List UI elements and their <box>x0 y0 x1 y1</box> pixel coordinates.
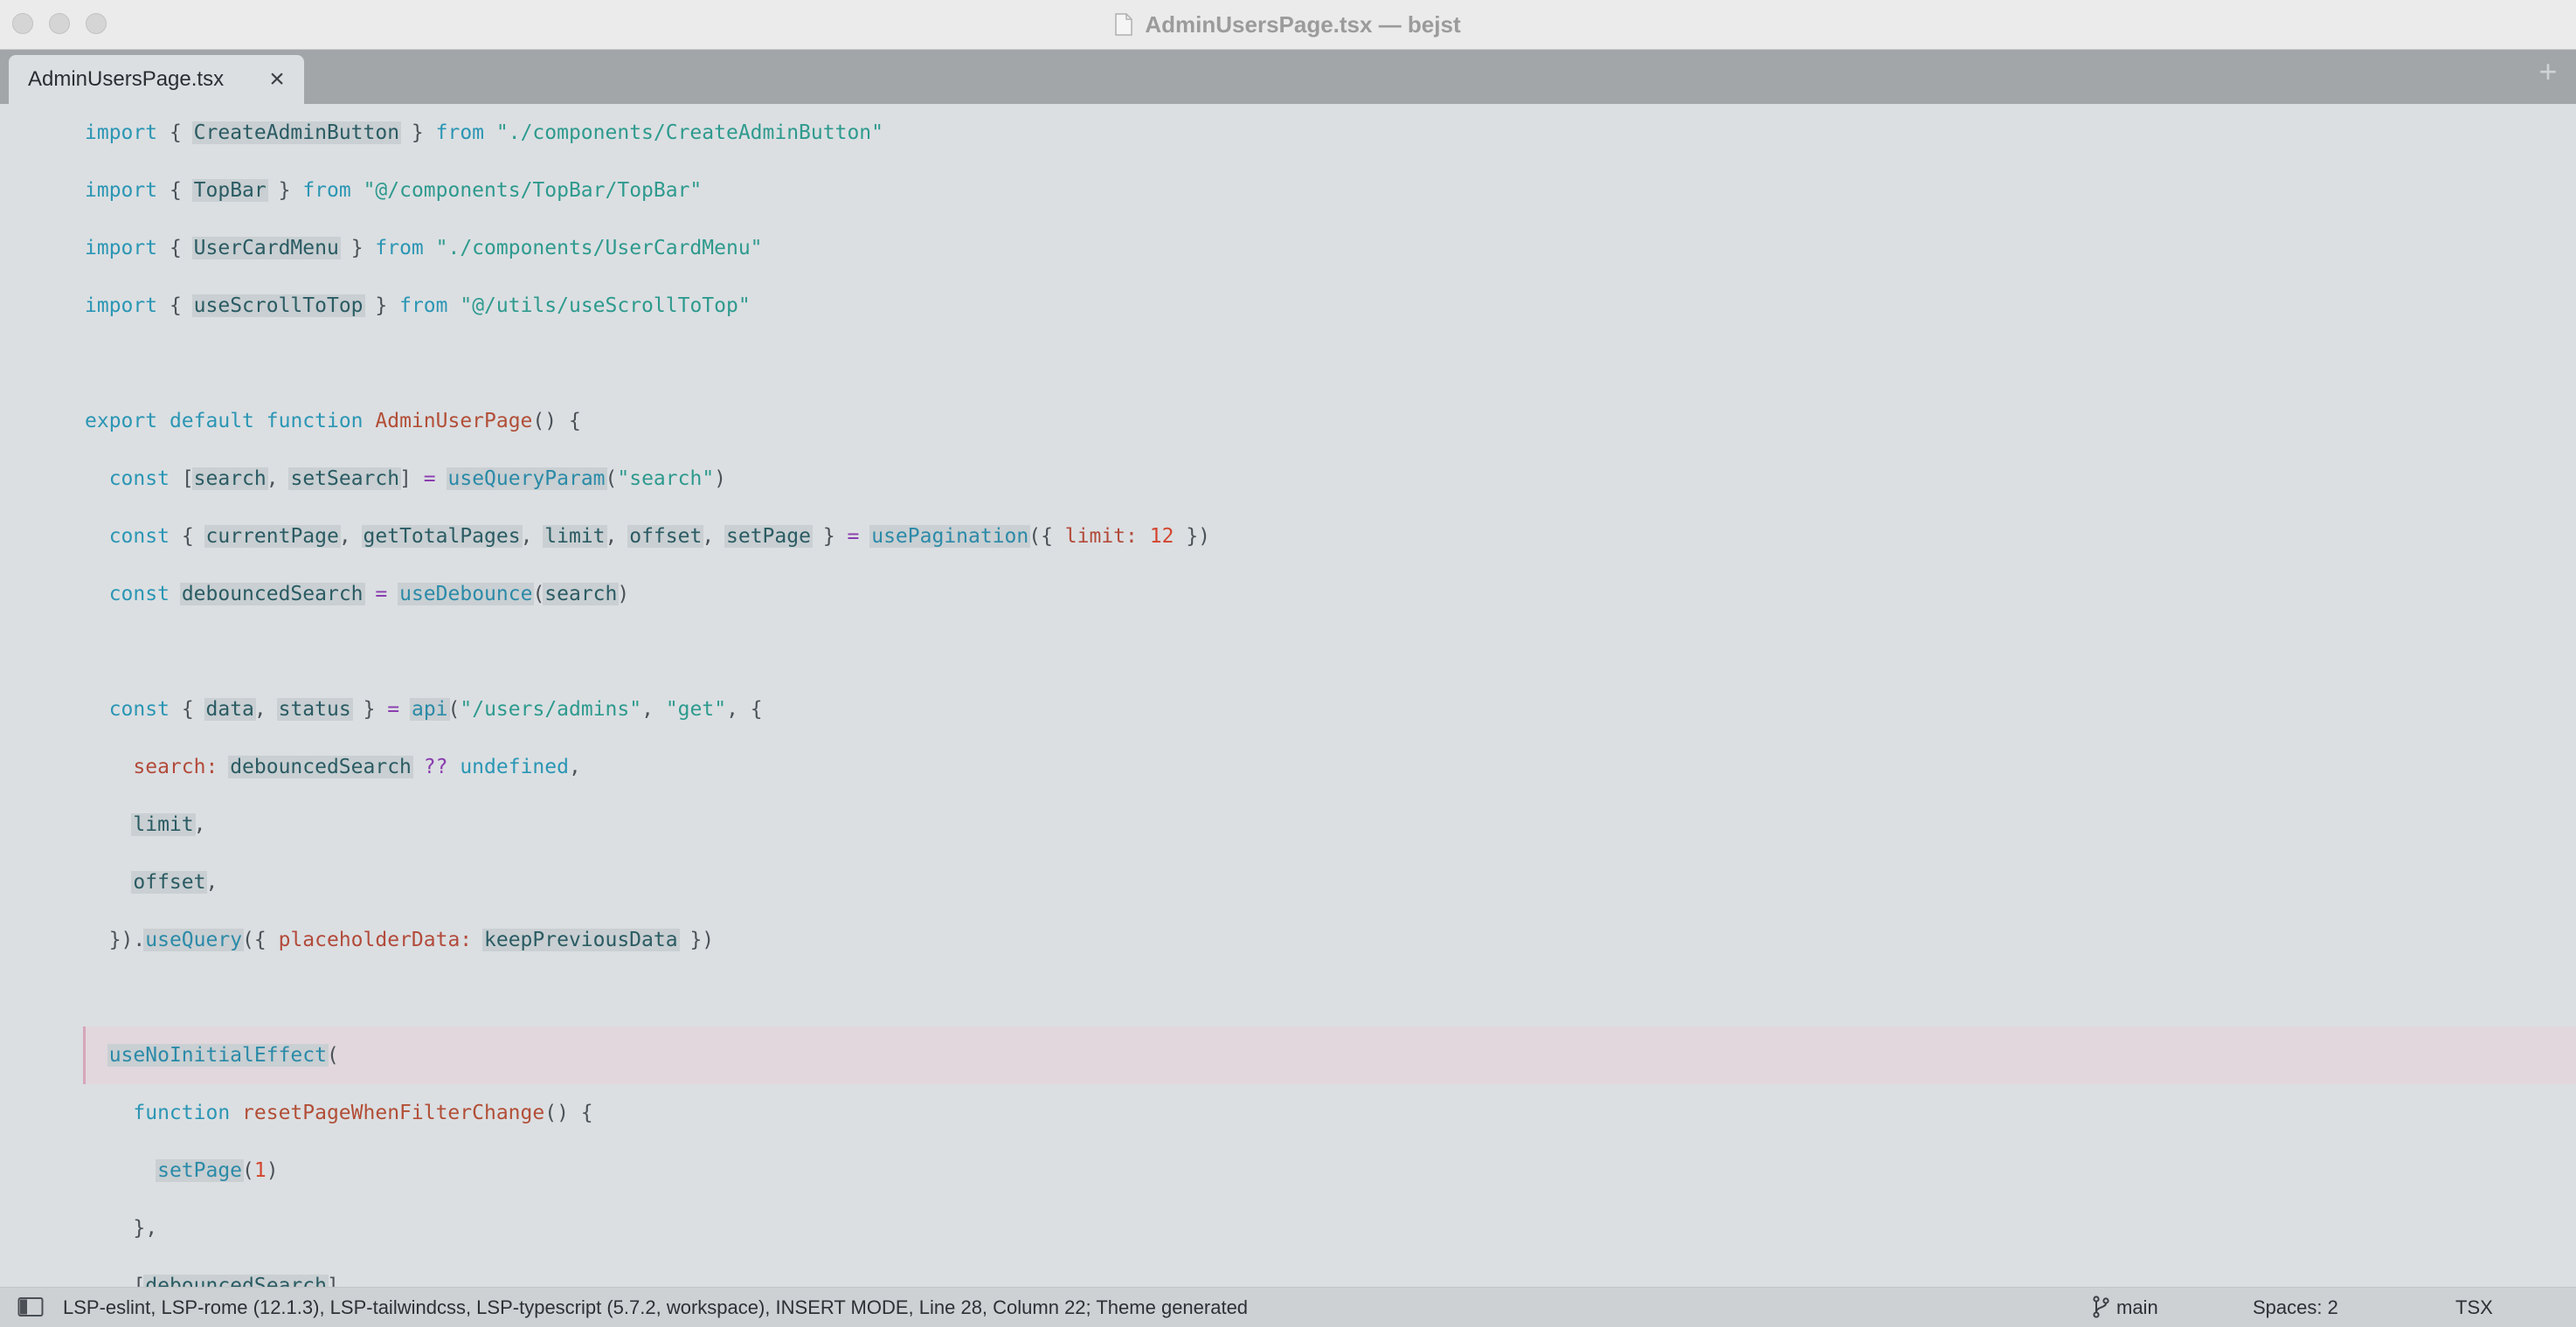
git-branch-icon <box>2091 1296 2110 1318</box>
code-text: const [search, setSearch] = useQueryPara… <box>108 467 727 490</box>
code-line[interactable]: import { TopBar } from "@/components/Top… <box>0 162 2576 219</box>
code-line[interactable]: export default function AdminUserPage() … <box>0 392 2576 450</box>
code-text: }).useQuery({ placeholderData: keepPrevi… <box>108 929 715 951</box>
code-text: import { UserCardMenu } from "./componen… <box>85 237 763 259</box>
code-line[interactable]: offset, <box>0 854 2576 911</box>
code-line[interactable]: const { currentPage, getTotalPages, limi… <box>0 508 2576 565</box>
code-line[interactable]: }, <box>0 1199 2576 1257</box>
code-editor[interactable]: import { CreateAdminButton } from "./com… <box>0 104 2576 1287</box>
window-title: AdminUsersPage.tsx — bejst <box>1145 10 1461 38</box>
code-line[interactable] <box>0 335 2576 392</box>
code-line[interactable]: limit, <box>0 796 2576 854</box>
indentation-setting[interactable]: Spaces: 2 <box>2253 1296 2338 1319</box>
code-text: import { useScrollToTop } from "@/utils/… <box>85 294 751 317</box>
code-text: function resetPageWhenFilterChange() { <box>133 1102 593 1124</box>
code-line[interactable]: const [search, setSearch] = useQueryPara… <box>0 450 2576 508</box>
code-text: limit, <box>131 813 206 836</box>
title-bar: AdminUsersPage.tsx — bejst <box>0 0 2576 50</box>
document-icon <box>1115 13 1133 36</box>
tab-adminuserspage[interactable]: AdminUsersPage.tsx × <box>9 55 304 104</box>
code-text: search: debouncedSearch ?? undefined, <box>133 756 581 778</box>
code-line[interactable]: const debouncedSearch = useDebounce(sear… <box>0 565 2576 623</box>
code-line[interactable]: search: debouncedSearch ?? undefined, <box>0 738 2576 796</box>
code-line[interactable]: const { data, status } = api("/users/adm… <box>0 681 2576 738</box>
sidebar-toggle-icon[interactable] <box>17 1296 44 1317</box>
code-line[interactable]: setPage(1) <box>0 1142 2576 1199</box>
code-text: offset, <box>131 871 218 894</box>
code-line[interactable]: import { UserCardMenu } from "./componen… <box>0 219 2576 277</box>
code-text: [debouncedSearch], <box>85 1257 351 1287</box>
code-text: import { TopBar } from "@/components/Top… <box>85 179 703 202</box>
code-text: }, <box>133 1217 158 1240</box>
close-tab-icon[interactable]: × <box>264 64 290 95</box>
git-branch-label[interactable]: main <box>2116 1296 2158 1319</box>
code-text: export default function AdminUserPage() … <box>85 410 581 432</box>
code-line[interactable]: }).useQuery({ placeholderData: keepPrevi… <box>0 911 2576 969</box>
code-text: import { CreateAdminButton } from "./com… <box>85 121 883 144</box>
code-line[interactable]: import { CreateAdminButton } from "./com… <box>0 104 2576 162</box>
code-line[interactable]: function resetPageWhenFilterChange() { <box>0 1084 2576 1142</box>
code-line[interactable]: [debouncedSearch], <box>0 1257 2576 1287</box>
code-text: setPage(1) <box>156 1159 279 1182</box>
code-text: const debouncedSearch = useDebounce(sear… <box>108 583 630 605</box>
code-text: const { currentPage, getTotalPages, limi… <box>108 525 1211 548</box>
syntax-mode[interactable]: TSX <box>2455 1296 2493 1319</box>
status-bar: LSP-eslint, LSP-rome (12.1.3), LSP-tailw… <box>0 1287 2576 1327</box>
status-text: LSP-eslint, LSP-rome (12.1.3), LSP-tailw… <box>63 1296 1249 1318</box>
new-tab-button[interactable]: + <box>2532 56 2564 87</box>
code-line[interactable] <box>0 623 2576 681</box>
tab-bar: AdminUsersPage.tsx × <box>0 50 2576 104</box>
code-line[interactable] <box>0 969 2576 1026</box>
code-text: useNoInitialEffect( <box>107 1044 339 1067</box>
code-line-current[interactable]: useNoInitialEffect( <box>83 1026 2576 1084</box>
code-line[interactable]: import { useScrollToTop } from "@/utils/… <box>0 277 2576 335</box>
tab-label: AdminUsersPage.tsx <box>28 67 225 91</box>
code-text: const { data, status } = api("/users/adm… <box>108 698 763 721</box>
